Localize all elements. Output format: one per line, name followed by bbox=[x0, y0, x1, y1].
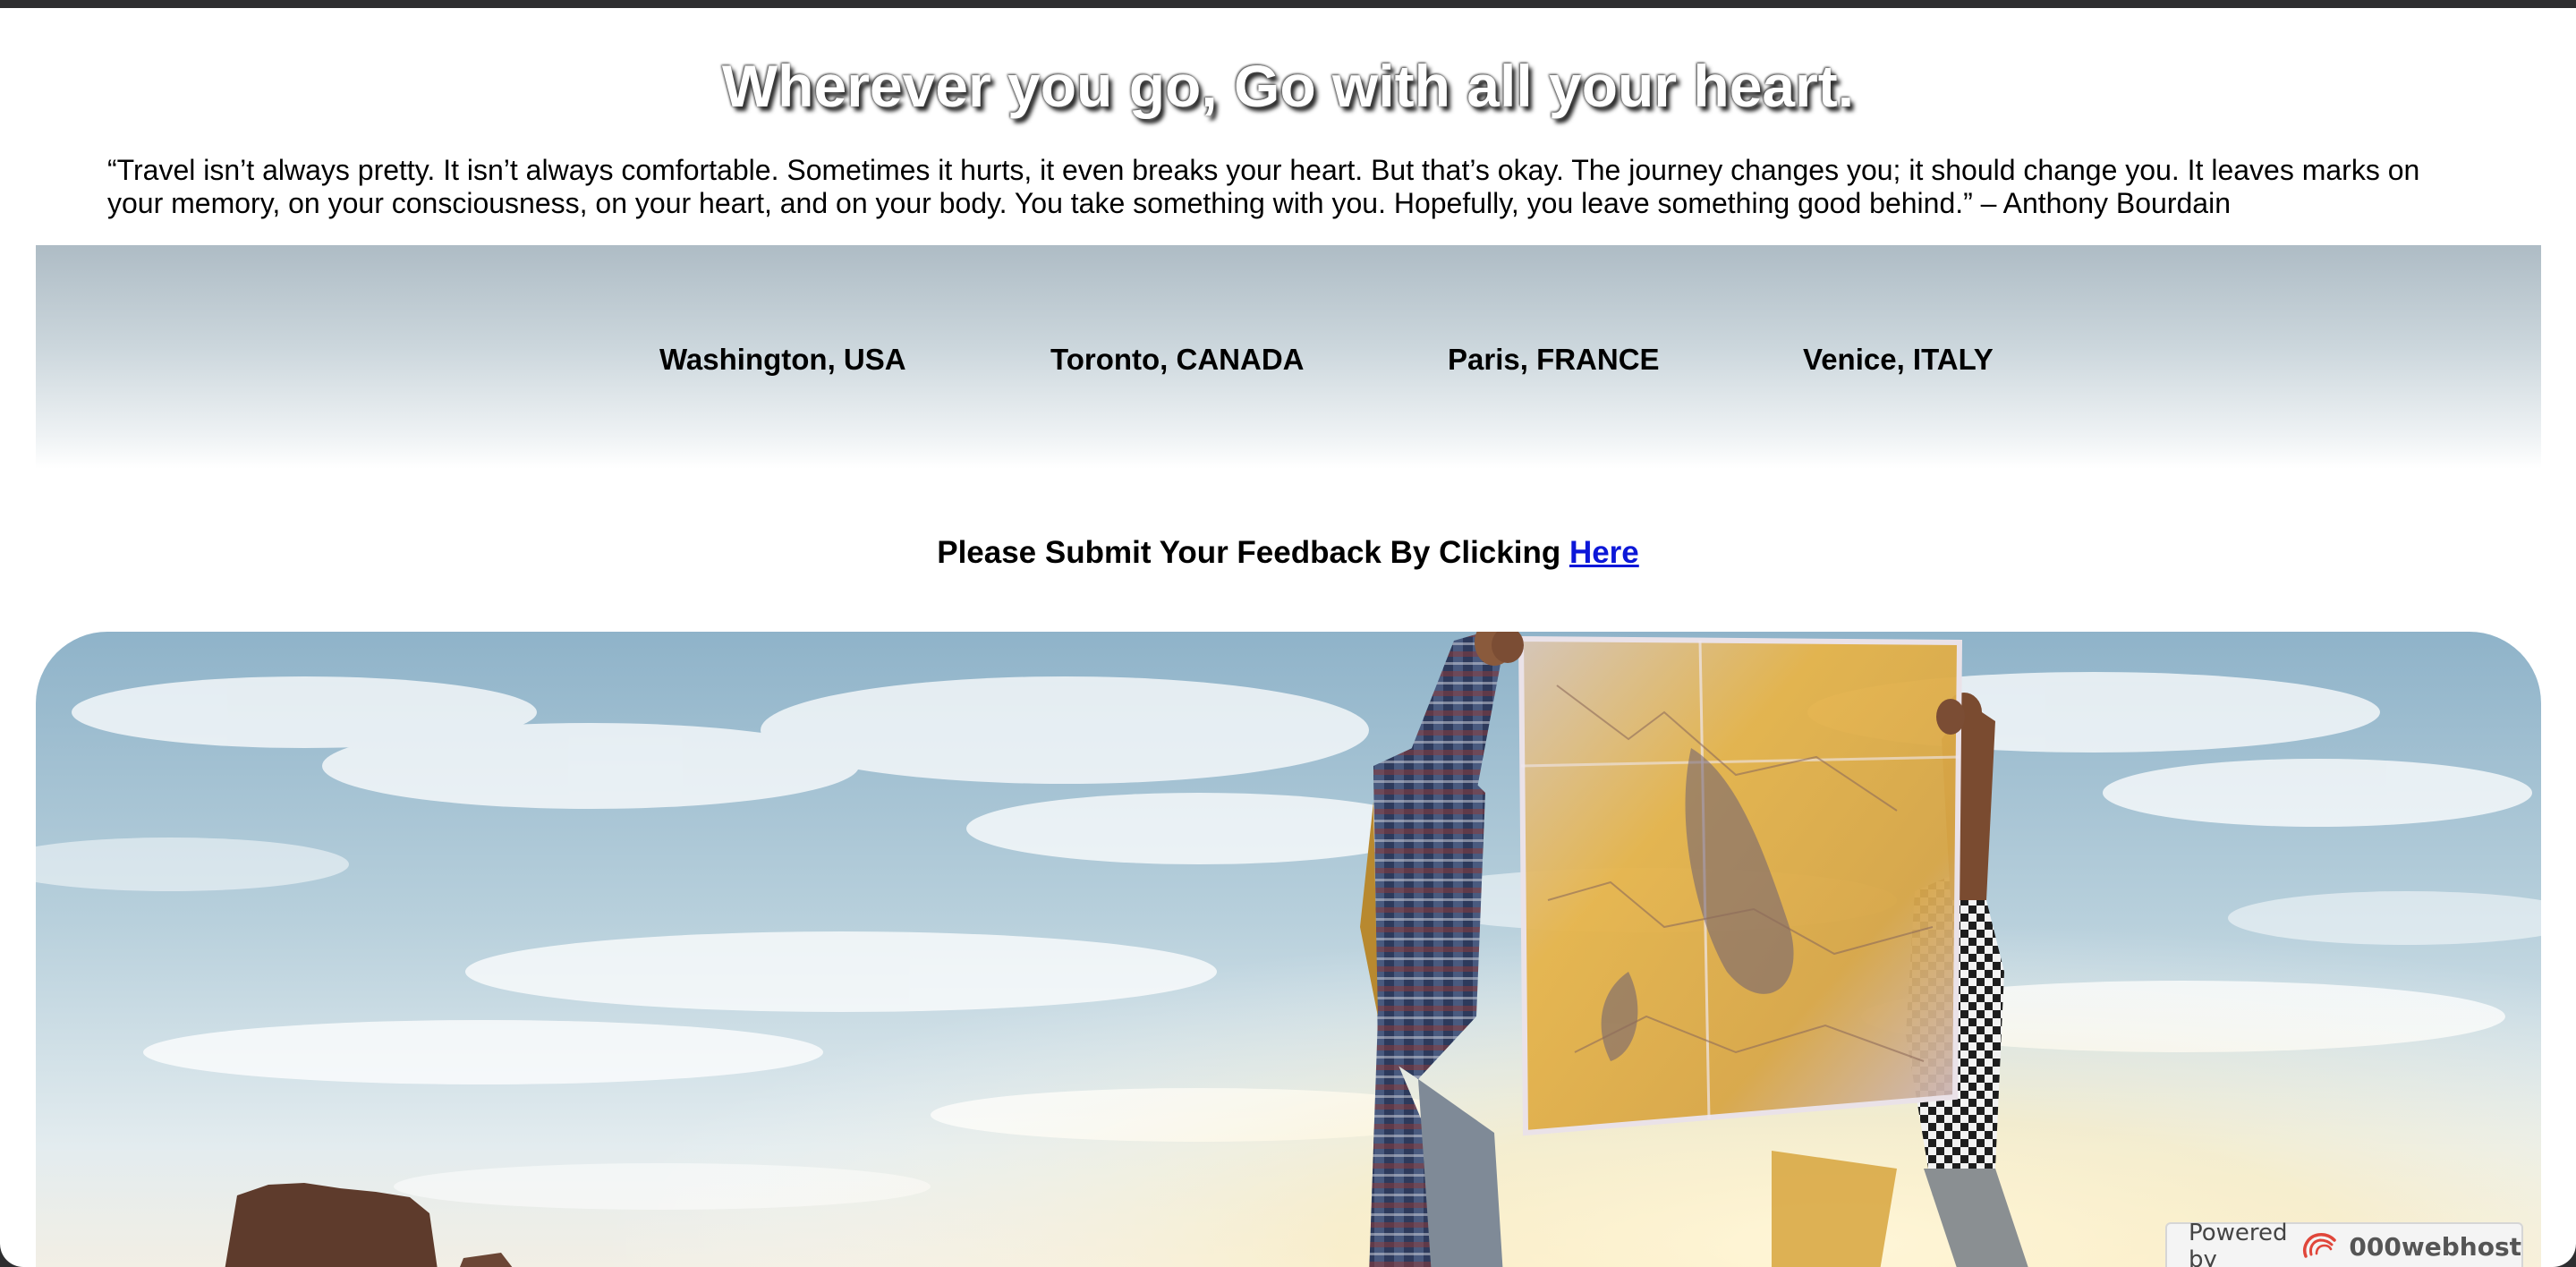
hero-image-travelers-with-map bbox=[36, 632, 2541, 1267]
destination-nav: Washington, USA Toronto, CANADA Paris, F… bbox=[36, 245, 2541, 469]
page-headline: Wherever you go, Go with all your heart. bbox=[721, 53, 1855, 119]
feedback-here-link[interactable]: Here bbox=[1569, 535, 1639, 570]
nav-link-toronto[interactable]: Toronto, CANADA bbox=[1050, 342, 1305, 378]
feedback-prompt: Please Submit Your Feedback By Clicking … bbox=[0, 533, 2576, 573]
000webhost-brand: 000webhost bbox=[2349, 1231, 2521, 1262]
powered-by-label: Powered by bbox=[2189, 1220, 2288, 1267]
page: Wherever you go, Go with all your heart.… bbox=[0, 8, 2576, 1267]
powered-by-badge[interactable]: Powered by 000webhost bbox=[2165, 1220, 2523, 1267]
000webhost-swirl-logo-icon bbox=[2300, 1229, 2340, 1263]
nav-link-paris[interactable]: Paris, FRANCE bbox=[1448, 342, 1660, 378]
nav-link-venice[interactable]: Venice, ITALY bbox=[1803, 342, 1994, 378]
nav-link-washington[interactable]: Washington, USA bbox=[659, 342, 906, 378]
feedback-text: Please Submit Your Feedback By Clicking bbox=[937, 535, 1569, 570]
travel-quote: “Travel isn’t always pretty. It isn’t al… bbox=[107, 154, 2420, 219]
